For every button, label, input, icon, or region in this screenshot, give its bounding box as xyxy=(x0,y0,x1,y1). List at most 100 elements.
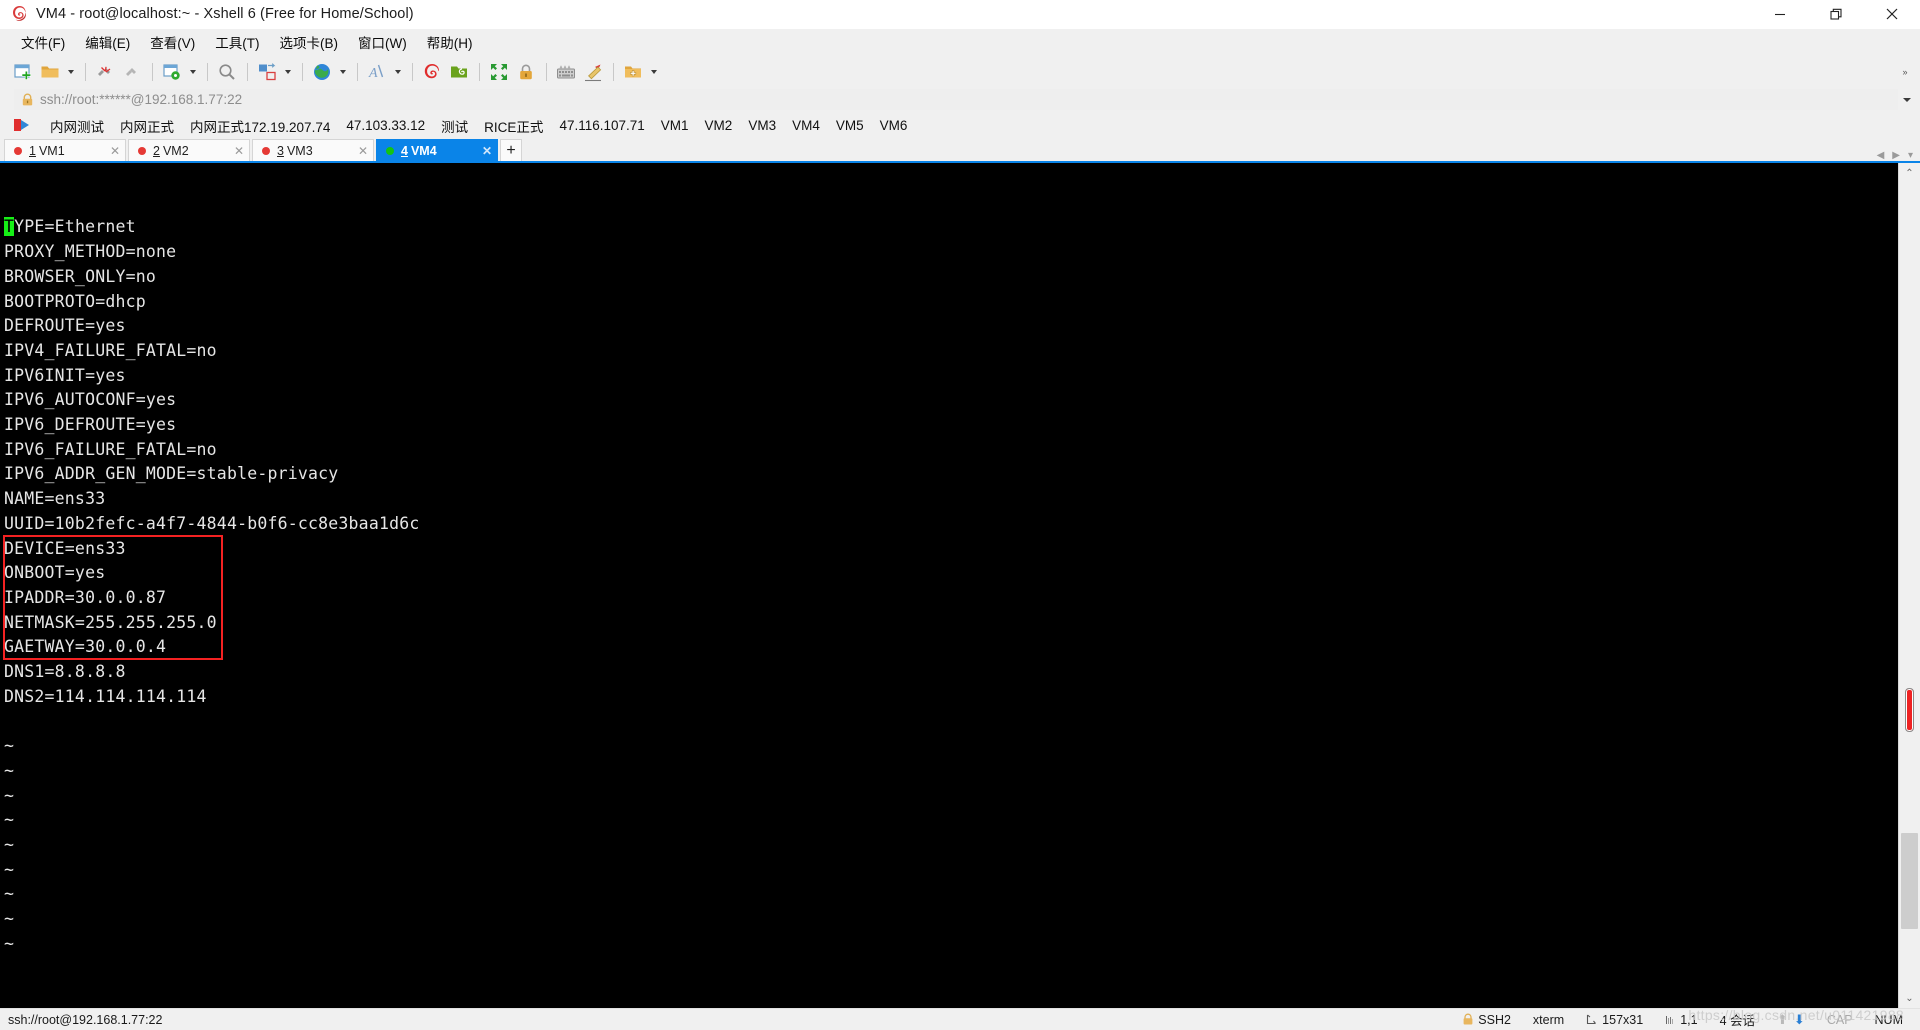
chevron-down-icon[interactable] xyxy=(1898,89,1916,110)
menu-view[interactable]: 查看(V) xyxy=(143,29,202,55)
terminal-line: IPADDR=30.0.0.87 xyxy=(4,587,167,607)
menu-window[interactable]: 窗口(W) xyxy=(351,29,414,55)
bookmark-item-4[interactable]: 测试 xyxy=(433,113,476,139)
terminal-output[interactable]: TYPE=Ethernet PROXY_METHOD=none BROWSER_ON… xyxy=(0,163,1898,1008)
terminal-line: DNS2=114.114.114.114 xyxy=(4,686,207,706)
scrollbar-position-marker[interactable] xyxy=(1904,688,1914,732)
tab-close-icon[interactable]: ✕ xyxy=(470,145,492,157)
session-tab-vm1[interactable]: 1 VM1 ✕ xyxy=(4,139,126,161)
menu-edit[interactable]: 编辑(E) xyxy=(78,29,137,55)
bookmark-item-11[interactable]: VM5 xyxy=(828,115,872,136)
bookmark-item-9[interactable]: VM3 xyxy=(740,115,784,136)
terminal-line: ~ xyxy=(4,933,15,953)
scroll-up-arrow-icon[interactable]: ⌃ xyxy=(1899,163,1920,183)
new-tab-button[interactable]: + xyxy=(500,139,522,161)
session-tab-vm4[interactable]: 4 VM4 ✕ xyxy=(376,139,498,161)
address-bar: ssh://root:******@192.168.1.77:22 xyxy=(0,87,1920,112)
bookmark-item-6[interactable]: 47.116.107.71 xyxy=(551,115,652,136)
minimize-button[interactable] xyxy=(1752,0,1808,29)
tab-status-dot xyxy=(138,146,146,155)
keyboard-icon[interactable] xyxy=(553,59,579,85)
terminal-scrollbar[interactable]: ⌃ ⌄ xyxy=(1898,163,1920,1008)
open-folder-icon[interactable] xyxy=(37,59,63,85)
close-button[interactable] xyxy=(1864,0,1920,29)
properties-dropdown-arrow[interactable] xyxy=(186,59,199,85)
download-arrow-icon: ⬇ xyxy=(1793,1011,1805,1027)
terminal-line: BROWSER_ONLY=no xyxy=(4,266,157,286)
bookmark-item-1[interactable]: 内网正式 xyxy=(112,113,182,139)
file-transfer-dropdown-arrow[interactable] xyxy=(281,59,294,85)
bookmark-item-8[interactable]: VM2 xyxy=(697,115,741,136)
status-bar: ssh://root@192.168.1.77:22 https://blog.… xyxy=(0,1007,1920,1030)
session-tab-vm3[interactable]: 3 VM3 ✕ xyxy=(252,139,374,161)
font-dropdown-arrow[interactable] xyxy=(391,59,404,85)
session-properties-icon[interactable] xyxy=(159,59,185,85)
maximize-button[interactable] xyxy=(1808,0,1864,29)
tab-label: VM2 xyxy=(162,143,189,158)
status-transfer-indicators: ⬆ ⬇ xyxy=(1766,1012,1816,1028)
address-input[interactable]: ssh://root:******@192.168.1.77:22 xyxy=(14,89,1898,110)
bookmark-item-12[interactable]: VM6 xyxy=(872,115,916,136)
tab-close-icon[interactable]: ✕ xyxy=(98,145,120,157)
menu-help[interactable]: 帮助(H) xyxy=(420,29,480,55)
add-folder-dropdown-arrow[interactable] xyxy=(647,59,660,85)
bookmark-item-5[interactable]: RICE正式 xyxy=(476,113,551,139)
toolbar-separator xyxy=(152,62,153,81)
terminal-line: BOOTPROTO=dhcp xyxy=(4,291,146,311)
menu-tools[interactable]: 工具(T) xyxy=(208,29,266,55)
xshell-icon[interactable] xyxy=(419,59,445,85)
tab-close-icon[interactable]: ✕ xyxy=(222,145,244,157)
terminal-line: DEFROUTE=yes xyxy=(4,316,126,336)
status-terminal-type: xterm xyxy=(1532,1012,1565,1027)
tab-nav-prev-icon[interactable]: ◀ xyxy=(1874,150,1888,161)
session-tab-vm2[interactable]: 2 VM2 ✕ xyxy=(128,139,250,161)
toolbar-collapse-chevron[interactable]: » xyxy=(1898,59,1912,85)
toolbar-overflow[interactable]: » xyxy=(1898,59,1912,85)
new-session-icon[interactable] xyxy=(10,59,36,85)
bookmark-item-0[interactable]: 内网测试 xyxy=(42,113,112,139)
open-dropdown-arrow[interactable] xyxy=(64,59,77,85)
globe-dropdown-arrow[interactable] xyxy=(336,59,349,85)
disconnect-icon[interactable] xyxy=(92,59,118,85)
terminal-line: UUID=10b2fefc-a4f7-4844-b0f6-cc8e3baa1d6… xyxy=(4,513,420,533)
bookmark-item-10[interactable]: VM4 xyxy=(784,115,828,136)
tab-close-icon[interactable]: ✕ xyxy=(346,145,368,157)
status-connection: ssh://root@192.168.1.77:22 xyxy=(8,1012,163,1027)
menu-file[interactable]: 文件(F) xyxy=(14,29,72,55)
status-cursor-label: 1,1 xyxy=(1680,1012,1698,1027)
lock-icon[interactable] xyxy=(513,59,539,85)
terminal-line: TYPE=Ethernet xyxy=(4,217,136,237)
tab-strip: 1 VM1 ✕ 2 VM2 ✕ 3 VM3 ✕ 4 VM4 ✕ + ◀ ▶ ▾ xyxy=(0,139,1920,163)
toolbar-separator xyxy=(412,62,413,81)
tab-nav-menu-icon[interactable]: ▾ xyxy=(1905,150,1916,161)
scrollbar-thumb[interactable] xyxy=(1900,833,1918,929)
tab-number: 4 xyxy=(401,143,408,158)
menu-tabs[interactable]: 选项卡(B) xyxy=(273,29,346,55)
file-transfer-icon[interactable] xyxy=(254,59,280,85)
terminal-line: PROXY_METHOD=none xyxy=(4,242,177,262)
xftp-icon[interactable] xyxy=(446,59,472,85)
terminal-line: DEVICE=ens33 xyxy=(4,538,126,558)
reconnect-icon[interactable] xyxy=(119,59,145,85)
resize-icon xyxy=(1586,1014,1597,1026)
font-icon[interactable]: A xyxy=(364,59,390,85)
scrollbar-track[interactable] xyxy=(1899,183,1920,988)
terminal-line: ~ xyxy=(4,909,15,929)
tab-label: VM1 xyxy=(38,143,65,158)
tab-nav-next-icon[interactable]: ▶ xyxy=(1889,150,1903,161)
upload-arrow-icon: ⬆ xyxy=(1777,1011,1788,1027)
bookmark-item-3[interactable]: 47.103.33.12 xyxy=(338,115,433,136)
scroll-down-arrow-icon[interactable]: ⌄ xyxy=(1899,988,1920,1008)
terminal-line: ~ xyxy=(4,884,15,904)
terminal-line: GAETWAY=30.0.0.4 xyxy=(4,637,167,657)
find-icon[interactable] xyxy=(214,59,240,85)
highlight-icon[interactable] xyxy=(580,59,606,85)
bookmark-item-7[interactable]: VM1 xyxy=(653,115,697,136)
bookmark-item-2[interactable]: 内网正式172.19.207.74 xyxy=(182,113,338,139)
fullscreen-icon[interactable] xyxy=(486,59,512,85)
terminal-line: ~ xyxy=(4,760,15,780)
add-folder-icon[interactable] xyxy=(620,59,646,85)
globe-icon[interactable] xyxy=(309,59,335,85)
terminal-cursor: T xyxy=(4,217,15,237)
cursor-pos-icon xyxy=(1665,1014,1675,1026)
